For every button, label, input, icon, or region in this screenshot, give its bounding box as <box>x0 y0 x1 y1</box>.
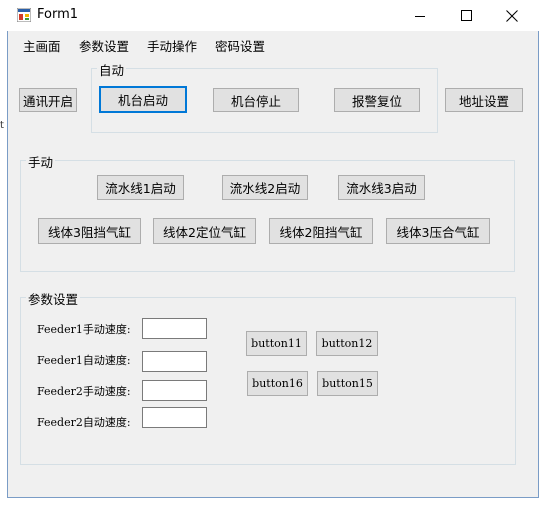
body3-stop-cylinder-button[interactable]: 线体3阻挡气缸 <box>38 218 141 244</box>
body3-press-cylinder-button[interactable]: 线体3压合气缸 <box>386 218 490 244</box>
feeder1-manual-speed-input[interactable] <box>142 318 207 339</box>
close-icon <box>506 9 518 22</box>
body2-position-cylinder-button[interactable]: 线体2定位气缸 <box>153 218 256 244</box>
feeder1-manual-speed-label: Feeder1手动速度: <box>37 323 131 336</box>
manual-group-label: 手动 <box>26 152 56 171</box>
feeder1-auto-speed-label: Feeder1自动速度: <box>37 354 131 367</box>
body2-stop-cylinder-button[interactable]: 线体2阻挡气缸 <box>269 218 373 244</box>
menu-password[interactable]: 密码设置 <box>215 36 265 55</box>
desktop-edge <box>0 0 7 506</box>
button12[interactable]: button12 <box>316 331 378 356</box>
button11[interactable]: button11 <box>246 331 307 356</box>
params-group-label: 参数设置 <box>26 289 81 308</box>
feeder2-manual-speed-label: Feeder2手动速度: <box>37 385 131 398</box>
machine-stop-button[interactable]: 机台停止 <box>213 88 299 112</box>
line1-start-button[interactable]: 流水线1启动 <box>97 175 184 200</box>
auto-group-label: 自动 <box>97 60 127 79</box>
feeder1-auto-speed-input[interactable] <box>142 351 207 372</box>
background-text-fragment: t <box>0 120 4 131</box>
menu-params[interactable]: 参数设置 <box>79 36 129 55</box>
machine-start-button[interactable]: 机台启动 <box>99 86 187 113</box>
feeder2-auto-speed-label: Feeder2自动速度: <box>37 416 131 429</box>
maximize-icon <box>460 10 472 21</box>
button16[interactable]: button16 <box>247 371 308 396</box>
comm-open-button[interactable]: 通讯开启 <box>19 88 77 112</box>
alarm-reset-button[interactable]: 报警复位 <box>334 88 420 112</box>
minimize-icon <box>415 15 425 17</box>
feeder2-auto-speed-input[interactable] <box>142 407 207 428</box>
maximize-button[interactable] <box>443 0 489 31</box>
feeder2-manual-speed-input[interactable] <box>142 380 207 401</box>
app-form-icon <box>17 8 31 22</box>
menu-manual[interactable]: 手动操作 <box>147 36 197 55</box>
close-button[interactable] <box>489 0 535 31</box>
line3-start-button[interactable]: 流水线3启动 <box>338 175 425 200</box>
button15[interactable]: button15 <box>317 371 378 396</box>
address-settings-button[interactable]: 地址设置 <box>445 88 523 112</box>
line2-start-button[interactable]: 流水线2启动 <box>222 175 308 200</box>
window-title: Form1 <box>37 7 79 22</box>
minimize-button[interactable] <box>397 0 443 31</box>
menu-main[interactable]: 主画面 <box>23 36 61 55</box>
